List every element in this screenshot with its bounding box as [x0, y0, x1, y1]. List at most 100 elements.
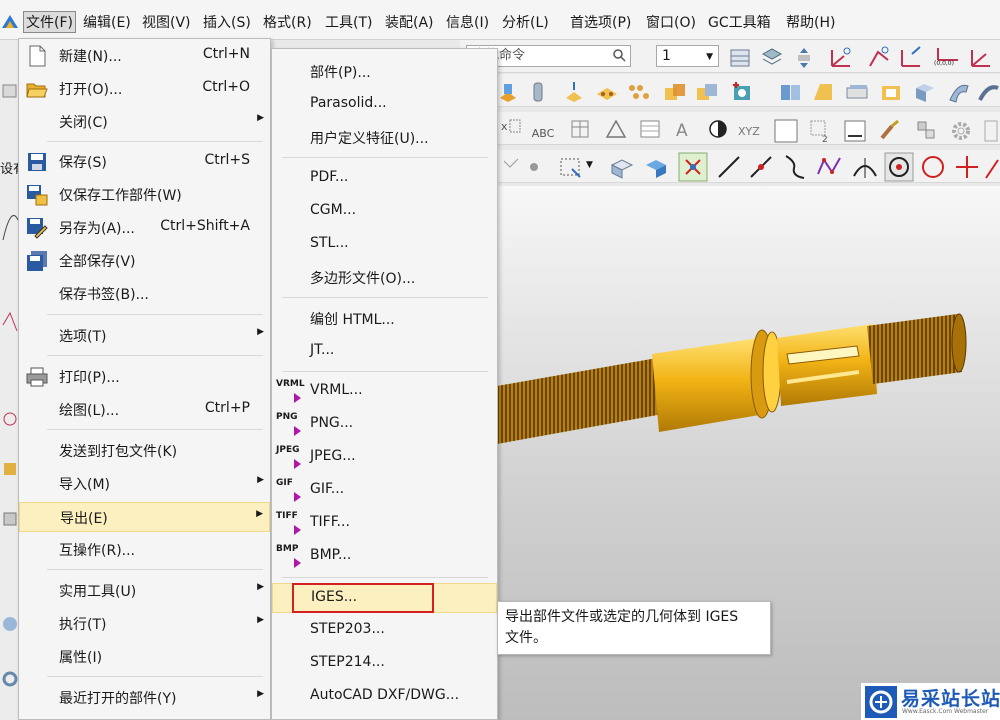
rectangle-icon[interactable]: [773, 118, 799, 144]
export-step203[interactable]: STEP203...: [272, 616, 497, 646]
file-interoperate[interactable]: 互操作(R)...: [19, 535, 270, 565]
tool-icon[interactable]: [982, 118, 1000, 144]
snap-tangent-icon[interactable]: [850, 152, 880, 182]
snap-control-point-icon[interactable]: [814, 152, 844, 182]
snap-filter-icon[interactable]: [500, 155, 524, 179]
annotation-icon[interactable]: 2: [808, 118, 834, 144]
export-bmp[interactable]: BMP BMP...: [272, 542, 497, 572]
menu-preferences[interactable]: 首选项(P): [570, 12, 631, 34]
menu-gc-toolbox[interactable]: GC工具箱: [708, 12, 771, 34]
extrude-icon[interactable]: [496, 80, 520, 104]
file-plot[interactable]: 绘图(L)... Ctrl+P: [19, 395, 270, 425]
export-polygon-file[interactable]: 多边形文件(O)...: [272, 263, 497, 293]
select-bodies-icon[interactable]: [608, 155, 636, 181]
menu-help[interactable]: 帮助(H): [786, 12, 835, 34]
solid-icon[interactable]: [1, 510, 19, 528]
shell-icon[interactable]: [878, 80, 904, 104]
file-save-bookmark[interactable]: 保存书签(B)...: [19, 279, 270, 309]
menu-info[interactable]: 信息(I): [446, 12, 489, 34]
layer-icon[interactable]: [728, 46, 752, 70]
snap-endpoints-icon[interactable]: [678, 152, 708, 182]
sweep-icon[interactable]: [946, 80, 972, 104]
menu-insert[interactable]: 插入(S): [203, 12, 251, 34]
snap-more-icon[interactable]: [984, 152, 1000, 182]
dimension-x-icon[interactable]: x: [500, 116, 522, 138]
menu-edit[interactable]: 编辑(E): [83, 12, 131, 34]
point-set-icon[interactable]: [626, 80, 652, 104]
part-list-icon[interactable]: [914, 118, 940, 144]
file-save[interactable]: 保存(S) Ctrl+S: [19, 147, 270, 177]
export-png[interactable]: PNG PNG...: [272, 410, 497, 440]
export-html[interactable]: 编创 HTML...: [272, 304, 497, 334]
note-icon[interactable]: [842, 118, 868, 144]
export-cgm[interactable]: CGM...: [272, 197, 497, 227]
table-icon[interactable]: [570, 118, 594, 140]
export-stl[interactable]: STL...: [272, 230, 497, 260]
export-gif[interactable]: GIF GIF...: [272, 476, 497, 506]
brush-icon[interactable]: [876, 118, 902, 144]
export-jpeg[interactable]: JPEG JPEG...: [272, 443, 497, 473]
xyz-coordinate-button[interactable]: XYZ: [738, 122, 770, 142]
rotate-icon[interactable]: [1, 410, 19, 428]
selection-count-dropdown[interactable]: 1 ▼: [656, 45, 719, 67]
unite-icon[interactable]: [662, 80, 688, 104]
file-recent-parts[interactable]: 最近打开的部件(Y) ▶: [19, 683, 270, 713]
move-object-icon[interactable]: [792, 46, 816, 70]
export-autocad-dxf-dwg[interactable]: AutoCAD DXF/DWG...: [272, 682, 497, 712]
file-save-work-part[interactable]: 仅保存工作部件(W): [19, 180, 270, 210]
face-icon[interactable]: [1, 460, 19, 478]
hole-icon[interactable]: [730, 80, 756, 104]
csys-icon[interactable]: [828, 44, 854, 70]
draft-icon[interactable]: [810, 80, 836, 104]
select-faces-icon[interactable]: [642, 155, 670, 181]
file-import[interactable]: 导入(M) ▶: [19, 469, 270, 499]
wcs-origin-icon[interactable]: [898, 44, 924, 70]
surface-icon[interactable]: [978, 80, 1000, 104]
sphere-icon[interactable]: [1, 615, 19, 633]
curve-icon[interactable]: [1, 200, 19, 260]
snap-cursor-icon[interactable]: [524, 155, 546, 179]
selection-rectangle-icon[interactable]: [558, 155, 584, 179]
triangle-icon[interactable]: [604, 118, 628, 140]
menu-window[interactable]: 窗口(O): [646, 12, 696, 34]
text-abc-button[interactable]: ABC: [527, 120, 559, 142]
file-new[interactable]: 新建(N)... Ctrl+N: [19, 41, 270, 71]
export-pdf[interactable]: PDF...: [272, 164, 497, 194]
file-save-as[interactable]: 另存为(A)... Ctrl+Shift+A: [19, 213, 270, 243]
export-part[interactable]: 部件(P)...: [272, 57, 497, 87]
menu-tools[interactable]: 工具(T): [325, 12, 372, 34]
block-icon[interactable]: [912, 80, 938, 104]
absolute-csys-button[interactable]: (0,0,0): [932, 46, 962, 70]
snap-line-icon[interactable]: [714, 152, 744, 182]
stack-icon[interactable]: [760, 46, 784, 70]
csys-display-icon[interactable]: [968, 44, 994, 70]
file-save-all[interactable]: 全部保存(V): [19, 246, 270, 276]
dynamic-csys-icon[interactable]: [866, 44, 892, 70]
menu-view[interactable]: 视图(V): [142, 12, 191, 34]
torus-icon[interactable]: [1, 670, 19, 688]
book-icon[interactable]: [778, 80, 804, 104]
file-print[interactable]: 打印(P)...: [19, 362, 270, 392]
cylinder-icon[interactable]: [526, 80, 550, 104]
search-icon[interactable]: [612, 48, 626, 62]
export-tiff[interactable]: TIFF TIFF...: [272, 509, 497, 539]
half-circle-icon[interactable]: [706, 118, 730, 140]
sketch-icon[interactable]: [1, 305, 19, 345]
file-open[interactable]: 打开(O)... Ctrl+O: [19, 74, 270, 104]
pattern-icon[interactable]: [562, 80, 586, 104]
menu-assembly[interactable]: 装配(A): [385, 12, 434, 34]
menu-file[interactable]: 文件(F): [23, 11, 76, 33]
file-close[interactable]: 关闭(C) ▶: [19, 107, 270, 137]
snap-arc-center-icon[interactable]: [884, 152, 914, 182]
offset-face-icon[interactable]: [844, 80, 870, 104]
file-export[interactable]: 导出(E) ▶: [19, 502, 270, 532]
export-jt[interactable]: JT...: [272, 337, 497, 367]
settings-gear-icon[interactable]: [948, 118, 974, 144]
box-icon[interactable]: [1, 82, 19, 100]
export-parasolid[interactable]: Parasolid...: [272, 90, 497, 120]
snap-intersection-icon[interactable]: [952, 152, 982, 182]
export-udf[interactable]: 用户定义特征(U)...: [272, 123, 497, 153]
export-vrml[interactable]: VRML VRML...: [272, 377, 497, 407]
selection-dropdown-arrow[interactable]: ▼: [586, 160, 593, 170]
file-properties[interactable]: 属性(I): [19, 642, 270, 672]
